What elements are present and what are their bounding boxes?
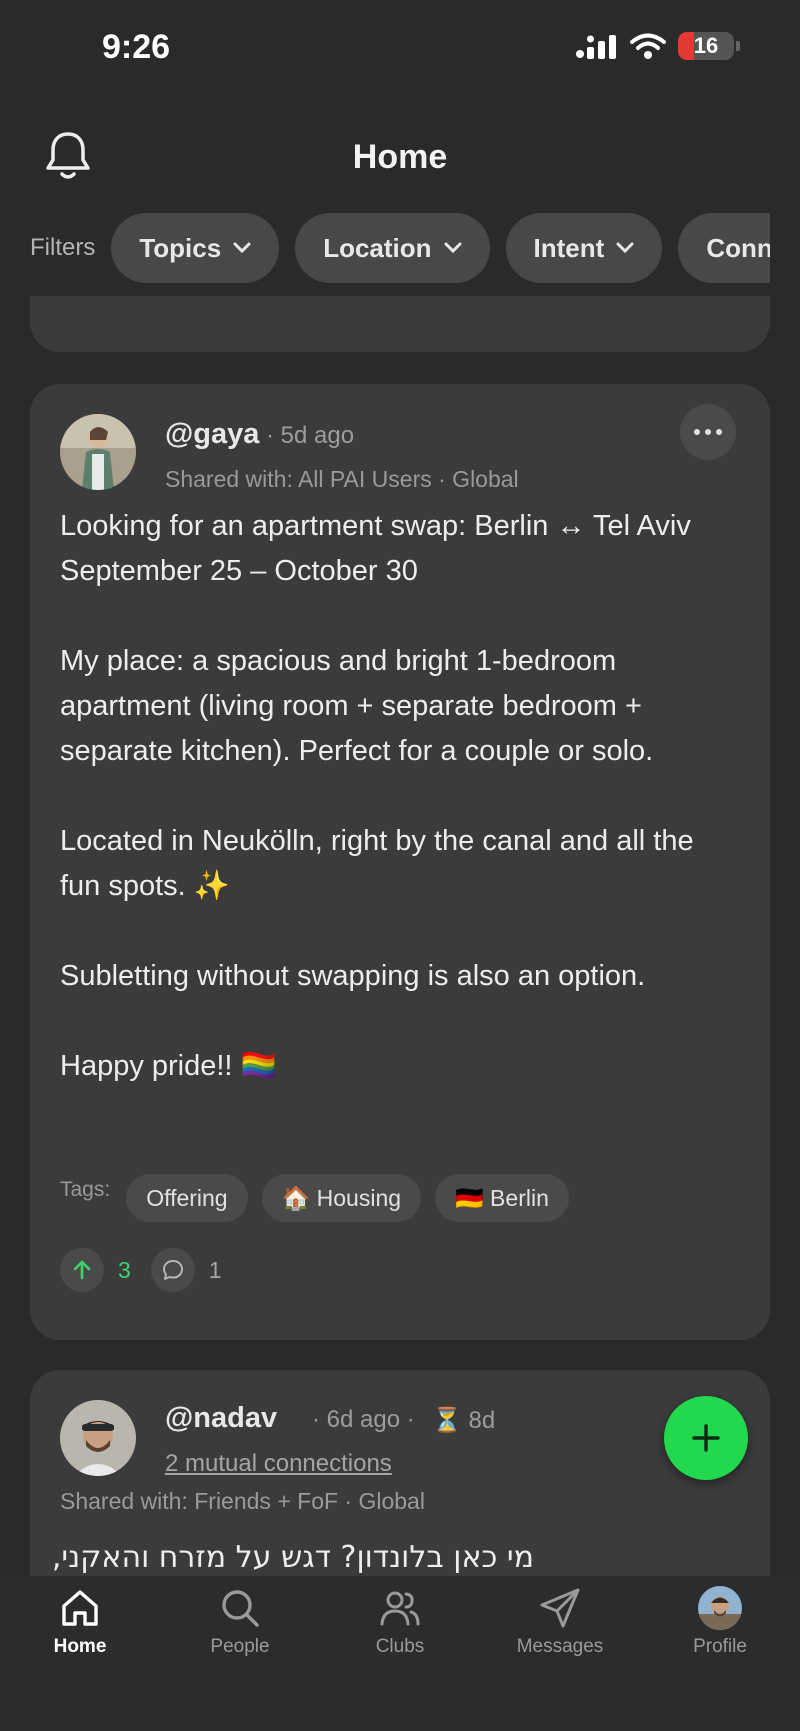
filter-chip-location[interactable]: Location [295,213,490,283]
tag-offering[interactable]: Offering [126,1174,248,1222]
home-icon [62,1590,98,1626]
tag-housing[interactable]: 🏠 Housing [261,1174,422,1222]
post-tags: Tags: Offering 🏠 Housing 🇩🇪 Berlin [60,1174,583,1222]
header: Home [0,120,800,200]
arrow-up-icon [73,1260,91,1280]
comment-button[interactable] [150,1248,195,1292]
post-username[interactable]: @gaya [165,418,259,451]
wifi-icon [630,33,666,59]
profile-avatar [698,1586,742,1630]
page-title: Home [352,138,448,176]
post-body: Looking for an apartment swap: Berlin ↔ … [60,510,694,1082]
tab-clubs[interactable]: Clubs [320,1586,480,1658]
filter-bar: Filters Topics Location Intent Conn [0,210,770,286]
mutual-connections-link[interactable]: 2 mutual connections [165,1450,392,1478]
upvote-count: 3 [118,1256,131,1283]
filter-chip-intent[interactable]: Intent [505,213,663,283]
tab-profile[interactable]: Profile [640,1586,800,1658]
chevron-down-icon [616,242,634,254]
chevron-down-icon [233,242,251,254]
feed: @gaya · 5d ago Shared with: All PAI User… [0,296,800,1576]
more-options-button[interactable] [680,404,736,460]
tag-berlin[interactable]: 🇩🇪 Berlin [435,1174,569,1222]
search-icon [222,1590,259,1627]
battery-indicator: 16 [678,32,734,60]
plus-icon [692,1424,720,1452]
tab-people[interactable]: People [160,1586,320,1658]
post-timestamp: · 6d ago · [312,1406,415,1433]
chevron-down-icon [444,242,462,254]
bottom-tab-bar: Home People Clubs Messages Profile [0,1576,800,1731]
filter-chip-connections[interactable]: Conn [678,213,770,283]
post-body: מי כאן בלונדון? דגש על מזרח והאקני, [51,1540,534,1575]
post-expiry: ⏳ 8d [432,1407,496,1434]
post-audience: Shared with: All PAI Users · Global [165,466,519,492]
filters-label: Filters [30,234,96,261]
status-bar: 9:26 16 [0,0,800,96]
post-actions: 3 1 [60,1248,222,1292]
post-audience: Shared with: Friends + FoF · Global [60,1488,425,1514]
cellular-signal-icon [576,35,616,59]
send-icon [540,1588,580,1628]
status-icons: 16 [576,32,740,60]
tags-label: Tags: [60,1178,111,1201]
tab-home[interactable]: Home [0,1586,160,1658]
status-time: 9:26 [102,28,171,66]
avatar[interactable] [60,1400,136,1476]
post-card-previous[interactable] [30,296,770,352]
upvote-button[interactable] [60,1248,104,1292]
create-post-button[interactable] [664,1396,748,1480]
comment-count: 1 [208,1256,222,1283]
post-card[interactable]: @nadav · 6d ago · ⏳ 8d 2 mutual connecti… [30,1370,770,1576]
post-username[interactable]: @nadav [165,1402,277,1435]
tab-messages[interactable]: Messages [480,1586,640,1658]
filter-chip-topics[interactable]: Topics [111,213,280,283]
post-timestamp: · 5d ago [266,422,355,449]
post-card[interactable]: @gaya · 5d ago Shared with: All PAI User… [30,384,770,1340]
avatar[interactable] [60,414,136,490]
comment-bubble-icon [162,1260,183,1280]
battery-level: 16 [693,33,719,58]
users-icon [380,1591,420,1626]
